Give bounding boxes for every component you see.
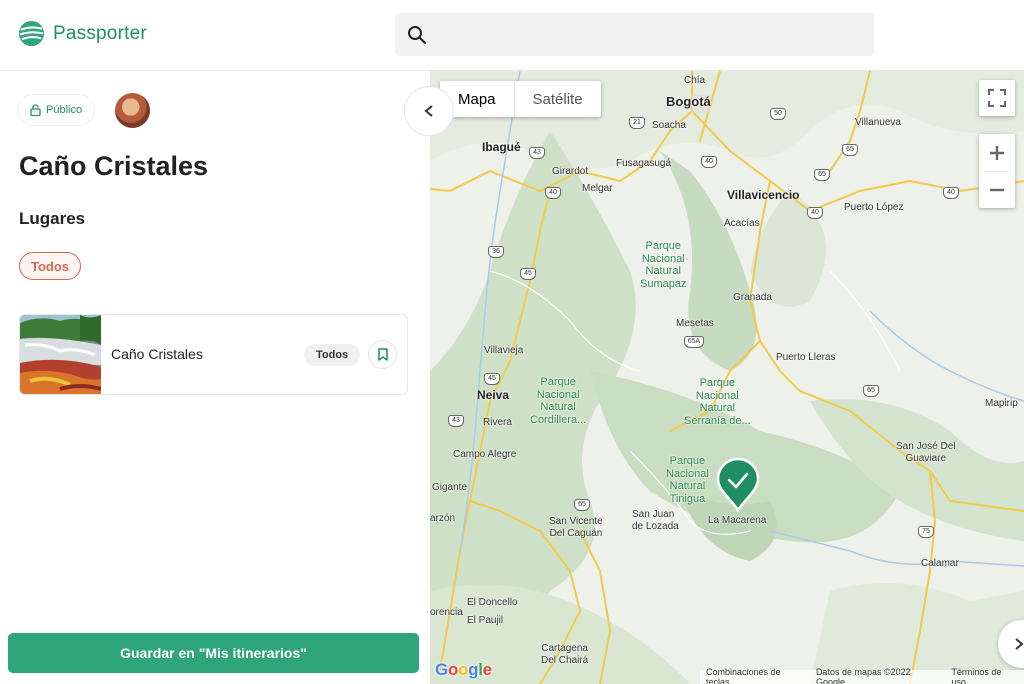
- road-shield: 65: [842, 144, 858, 156]
- top-header: Passporter: [0, 0, 1024, 71]
- map-label-san-juan: San Juan de Lozada: [632, 509, 679, 532]
- road-shield: 65: [814, 169, 830, 181]
- place-thumbnail: [20, 315, 101, 394]
- zoom-out-button[interactable]: [979, 171, 1015, 208]
- map-label-bogota: Bogotá: [666, 94, 711, 109]
- map-label-melgar: Melgar: [582, 183, 613, 194]
- map-label-garzon: arzón: [430, 513, 456, 524]
- map-label-san-jose: San José Del Guaviare: [896, 441, 956, 464]
- map-label-cartagena: Cartagena Del Chairá: [541, 643, 589, 666]
- map-label-sumapaz: Parque Nacional Natural Sumapaz: [640, 240, 687, 290]
- minus-icon: [990, 188, 1004, 191]
- map-label-puerto-lopez: Puerto López: [844, 202, 904, 213]
- brand-name: Passporter: [53, 22, 147, 44]
- map-label-granada: Granada: [733, 292, 772, 303]
- map-type-satellite-button[interactable]: Satélite: [515, 81, 601, 117]
- map-view[interactable]: Chía Bogotá Soacha Ibagué Girardot Fusag…: [430, 71, 1024, 684]
- place-name: Caño Cristales: [111, 346, 203, 362]
- road-shield: 50: [770, 108, 786, 120]
- fullscreen-button[interactable]: [979, 80, 1015, 116]
- google-logo: Google: [435, 660, 492, 679]
- collapse-panel-button[interactable]: [405, 87, 453, 135]
- road-shield: 65A: [684, 336, 704, 348]
- map-label-acacias: Acacías: [724, 218, 760, 229]
- map-label-soacha: Soacha: [652, 120, 686, 131]
- zoom-controls: [979, 134, 1015, 208]
- map-label-puerto-lleras: Puerto Lleras: [776, 352, 836, 363]
- visibility-badge[interactable]: Público: [18, 95, 95, 125]
- terms-link[interactable]: Términos de uso: [951, 667, 1018, 684]
- road-shield: 40: [701, 156, 717, 168]
- zoom-divider: [985, 171, 1009, 172]
- road-shield: 43: [529, 147, 545, 159]
- map-label-fusagasuga: Fusagasugá: [616, 158, 672, 169]
- brand-logo[interactable]: Passporter: [18, 20, 147, 47]
- lock-icon: [30, 104, 41, 116]
- map-label-calamar: Calamar: [921, 558, 959, 569]
- page-title: Caño Cristales: [19, 151, 209, 181]
- map-label-tinigua: Parque Nacional Natural Tinigua: [666, 455, 709, 505]
- road-shield: 40: [943, 187, 959, 199]
- avatar[interactable]: [115, 93, 150, 128]
- passporter-logo-icon: [18, 20, 45, 47]
- map-label-serrania: Parque Nacional Natural Serranía de...: [684, 377, 751, 427]
- plus-icon: [990, 145, 1004, 160]
- map-label-villavieja: Villavieja: [484, 345, 524, 356]
- visibility-label: Público: [46, 104, 83, 116]
- road-shield: 40: [807, 207, 823, 219]
- road-shield: 45: [520, 268, 536, 280]
- map-label-mesetas: Mesetas: [676, 318, 714, 329]
- map-label-ibague: Ibagué: [482, 140, 521, 154]
- save-itinerary-button[interactable]: Guardar en "Mis itinerarios": [8, 633, 419, 673]
- map-label-el-doncello: El Doncello: [467, 597, 518, 608]
- road-shield: 40: [545, 187, 561, 199]
- road-shield: 21: [629, 117, 645, 129]
- section-title: Lugares: [19, 209, 86, 228]
- map-label-girardot: Girardot: [552, 166, 589, 177]
- bookmark-button[interactable]: [368, 340, 397, 369]
- map-label-florencia: orencia: [430, 607, 463, 618]
- road-shield: 43: [448, 415, 464, 427]
- place-card[interactable]: Caño Cristales Todos: [19, 314, 408, 395]
- map-attribution: Combinaciones de teclas Datos de mapas ©…: [700, 667, 1024, 684]
- place-tag: Todos: [304, 344, 361, 366]
- map-marker-check-icon[interactable]: [716, 458, 760, 512]
- road-shield: 65: [574, 499, 590, 511]
- zoom-in-button[interactable]: [979, 134, 1015, 171]
- keyboard-shortcuts-link[interactable]: Combinaciones de teclas: [706, 667, 806, 684]
- map-label-san-vicente: San Vicente Del Caguán: [549, 516, 603, 539]
- map-label-neiva: Neiva: [477, 388, 510, 402]
- map-label-campo-alegre: Campo Alegre: [453, 449, 517, 460]
- map-data-credit: Datos de mapas ©2022 Google: [815, 667, 911, 684]
- chevron-right-icon: [1015, 638, 1024, 650]
- road-shield: 65: [863, 385, 879, 397]
- map-type-toggle: Mapa Satélite: [440, 81, 601, 117]
- map-label-rivera: Rivera: [483, 417, 512, 428]
- search-icon: [408, 26, 427, 45]
- map-label-villanueva: Villanueva: [855, 117, 901, 128]
- map-label-chia: Chía: [684, 75, 706, 86]
- map-label-villavicencio: Villavicencio: [727, 188, 800, 202]
- filter-chip-all[interactable]: Todos: [19, 252, 82, 280]
- map-label-cordillera: Parque Nacional Natural Cordillera...: [530, 376, 587, 426]
- road-shield: 75: [918, 526, 934, 538]
- fullscreen-icon: [988, 89, 1006, 107]
- map-label-la-macarena: La Macarena: [708, 515, 767, 526]
- map-label-el-paujil: El Paujil: [467, 615, 504, 626]
- chevron-left-icon: [424, 105, 433, 117]
- road-shield: 45: [484, 373, 500, 385]
- road-shield: 36: [488, 246, 504, 258]
- search-input[interactable]: [395, 13, 874, 56]
- bookmark-icon: [377, 348, 388, 361]
- itinerary-panel: Público Caño Cristales Lugares Todos Cañ…: [0, 71, 430, 684]
- map-label-gigante: Gigante: [432, 482, 468, 493]
- map-label-mapiripan: Mapirip: [985, 398, 1018, 409]
